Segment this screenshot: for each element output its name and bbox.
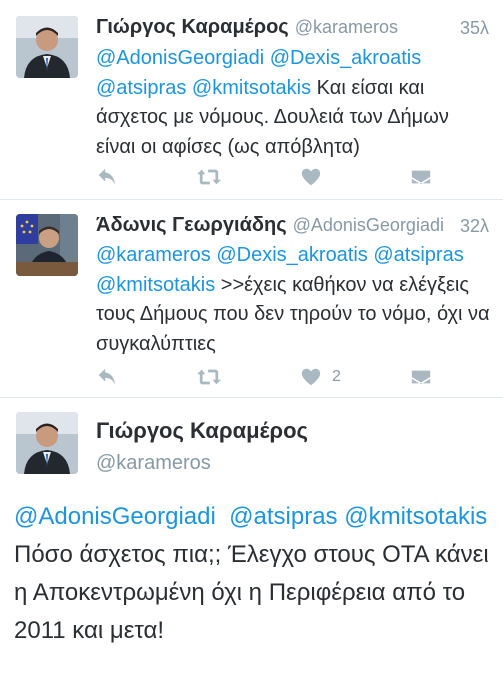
- reply-button[interactable]: [96, 365, 118, 389]
- tweet-2[interactable]: Άδωνις Γεωργιάδης @AdonisGeorgiadi 32λ @k…: [0, 200, 503, 398]
- mention-link[interactable]: @kmitsotakis: [344, 503, 487, 530]
- tweet-text: @karameros @Dexis_akroatis @atsipras @km…: [96, 241, 491, 359]
- avatar-image: [16, 412, 78, 474]
- author-handle[interactable]: @karameros: [96, 452, 211, 475]
- direct-message-button[interactable]: [410, 365, 432, 389]
- avatar[interactable]: [16, 412, 78, 474]
- author-handle[interactable]: @AdonisGeorgiadi: [293, 215, 444, 235]
- like-button[interactable]: 2: [300, 365, 341, 389]
- tweet-actions: [96, 165, 436, 189]
- avatar[interactable]: [16, 214, 78, 276]
- mention-link[interactable]: @kmitsotakis: [96, 274, 215, 296]
- text-span: [216, 503, 229, 530]
- mention-link[interactable]: @atsipras: [96, 77, 186, 99]
- tweet-actions: 2: [96, 365, 436, 389]
- tweet-header: Άδωνις Γεωργιάδης @AdonisGeorgiadi 32λ: [96, 214, 489, 242]
- timestamp[interactable]: 35λ: [460, 18, 489, 39]
- author-handle[interactable]: @karameros: [295, 17, 398, 37]
- retweet-button[interactable]: [196, 165, 222, 189]
- envelope-icon: [411, 170, 431, 185]
- retweet-icon: [197, 169, 221, 185]
- mention-link[interactable]: @kmitsotakis: [192, 77, 311, 99]
- mention-link[interactable]: @AdonisGeorgiadi: [96, 47, 264, 69]
- heart-icon: [301, 368, 321, 386]
- text-span: Πόσο άσχετος πια;; Έλεγχο στους ΟΤΑ κάνε…: [14, 541, 489, 644]
- author-name[interactable]: Γιώργος Καραμέρος: [96, 16, 289, 38]
- mention-link[interactable]: @AdonisGeorgiadi: [14, 503, 216, 530]
- mention-link[interactable]: @Dexis_akroatis: [270, 47, 421, 69]
- envelope-icon: [411, 370, 431, 385]
- like-count: 2: [332, 368, 341, 385]
- heart-icon: [301, 168, 321, 186]
- mention-link[interactable]: @karameros: [96, 244, 211, 266]
- expanded-tweet: Γιώργος Καραμέρος @karameros @AdonisGeor…: [0, 398, 503, 680]
- mention-link[interactable]: @atsipras: [373, 244, 463, 266]
- direct-message-button[interactable]: [410, 165, 432, 189]
- author-name[interactable]: Γιώργος Καραμέρος: [96, 418, 308, 444]
- timestamp[interactable]: 32λ: [460, 216, 489, 237]
- tweet-text: @AdonisGeorgiadi @atsipras @kmitsotakis …: [14, 498, 497, 650]
- mention-link[interactable]: @atsipras: [229, 503, 337, 530]
- like-button[interactable]: [300, 165, 332, 189]
- avatar[interactable]: [16, 16, 78, 78]
- avatar-image: [16, 214, 78, 276]
- author-name[interactable]: Άδωνις Γεωργιάδης: [96, 214, 287, 236]
- mention-link[interactable]: @Dexis_akroatis: [216, 244, 367, 266]
- reply-icon: [98, 168, 116, 185]
- tweet-text: @AdonisGeorgiadi @Dexis_akroatis @atsipr…: [96, 44, 491, 162]
- tweet-1[interactable]: Γιώργος Καραμέρος @karameros 35λ @AdonisG…: [0, 0, 503, 200]
- reply-button[interactable]: [96, 165, 118, 189]
- avatar-image: [16, 16, 78, 78]
- reply-icon: [98, 368, 116, 385]
- tweet-header: Γιώργος Καραμέρος @karameros 35λ: [96, 16, 489, 44]
- retweet-button[interactable]: [196, 365, 222, 389]
- retweet-icon: [197, 369, 221, 385]
